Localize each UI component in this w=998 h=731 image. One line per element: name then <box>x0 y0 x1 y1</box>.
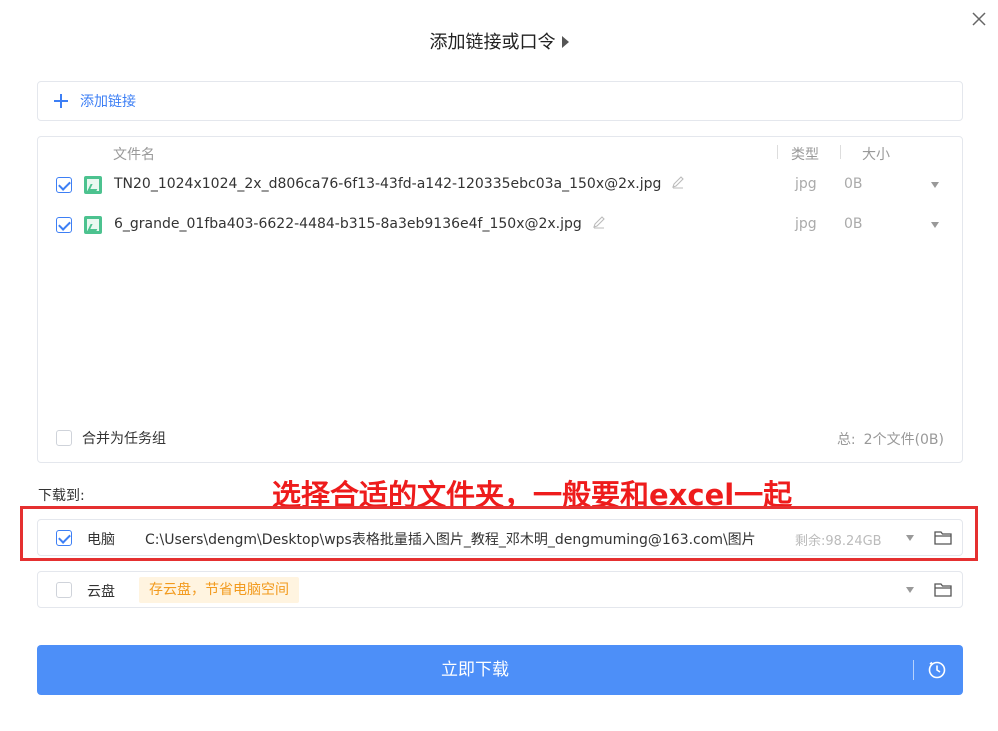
file-name: TN20_1024x1024_2x_d806ca76-6f13-43fd-a14… <box>114 176 685 192</box>
file-checkbox[interactable] <box>56 177 72 193</box>
merge-task-group-option[interactable]: 合并为任务组 <box>56 428 166 448</box>
folder-icon[interactable] <box>934 582 952 597</box>
file-name: 6_grande_01fba403-6622-4484-b315-8a3eb91… <box>114 216 606 232</box>
file-list-panel: 文件名 类型 大小 TN20_1024x1024_2x_d806ca76-6f1… <box>37 136 963 463</box>
edit-icon[interactable] <box>592 215 606 229</box>
total-value: 2个文件(0B) <box>863 432 944 448</box>
total-summary: 总: 2个文件(0B) <box>837 429 944 449</box>
add-link-row: 添加链接 <box>37 81 963 121</box>
edit-icon[interactable] <box>671 175 685 189</box>
download-now-button[interactable]: 立即下载 <box>37 645 963 695</box>
button-divider <box>913 660 914 680</box>
destination-cloud: 云盘 存云盘，节省电脑空间 <box>37 571 963 608</box>
file-type: jpg <box>795 176 817 192</box>
add-link-label: 添加链接 <box>80 94 136 110</box>
schedule-clock-icon[interactable] <box>927 660 947 680</box>
header-type: 类型 <box>791 147 819 163</box>
image-file-icon <box>84 216 102 234</box>
file-size: 0B <box>844 216 863 232</box>
caret-right-icon[interactable] <box>561 35 569 48</box>
add-link-button[interactable]: 添加链接 <box>54 82 136 120</box>
download-to-label: 下载到: <box>38 488 85 504</box>
chevron-down-icon[interactable] <box>906 587 914 593</box>
chevron-down-icon[interactable] <box>931 222 939 228</box>
merge-checkbox[interactable] <box>56 430 72 446</box>
file-row: 6_grande_01fba403-6622-4484-b315-8a3eb91… <box>38 207 962 243</box>
annotation-highlight-box <box>20 506 978 561</box>
merge-label: 合并为任务组 <box>82 431 166 447</box>
header-divider <box>840 145 841 159</box>
file-size: 0B <box>844 176 863 192</box>
image-file-icon <box>84 176 102 194</box>
close-icon <box>972 12 986 26</box>
cloud-checkbox[interactable] <box>56 582 72 598</box>
header-size: 大小 <box>862 147 890 163</box>
header-divider <box>777 145 778 159</box>
total-label: 总: <box>836 432 856 448</box>
plus-icon <box>54 94 68 108</box>
file-checkbox[interactable] <box>56 217 72 233</box>
file-row: TN20_1024x1024_2x_d806ca76-6f13-43fd-a14… <box>38 167 962 203</box>
add-link-dialog: 添加链接或口令 添加链接 文件名 类型 大小 TN20_1024x1024_2x… <box>0 0 998 731</box>
file-type: jpg <box>795 216 817 232</box>
chevron-down-icon[interactable] <box>931 182 939 188</box>
cloud-label: 云盘 <box>87 584 115 600</box>
dialog-title-bar: 添加链接或口令 <box>0 26 998 60</box>
cloud-tip-badge: 存云盘，节省电脑空间 <box>139 577 299 603</box>
header-file-name: 文件名 <box>113 147 155 163</box>
dialog-title: 添加链接或口令 <box>429 32 556 53</box>
file-name-text[interactable]: 6_grande_01fba403-6622-4484-b315-8a3eb91… <box>114 216 582 232</box>
download-now-label: 立即下载 <box>441 660 509 680</box>
file-list-header: 文件名 类型 大小 <box>38 137 962 167</box>
close-button[interactable] <box>968 8 990 30</box>
file-name-text[interactable]: TN20_1024x1024_2x_d806ca76-6f13-43fd-a14… <box>114 176 661 192</box>
